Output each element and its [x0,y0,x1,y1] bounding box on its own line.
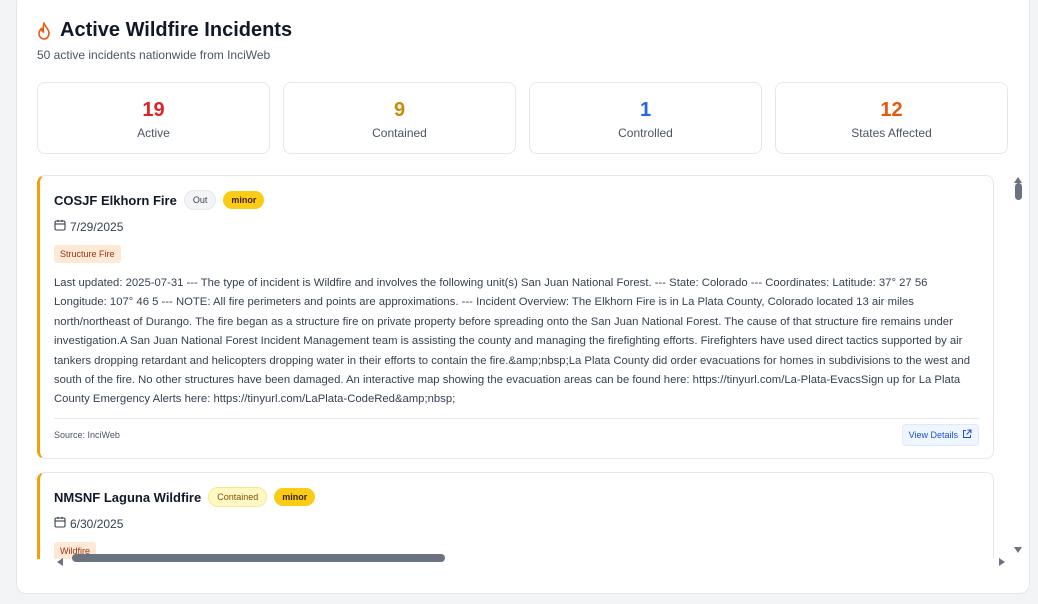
stat-value: 1 [639,99,652,121]
stats-row: 19 Active 9 Contained 1 Controlled 12 St… [37,82,1008,154]
horizontal-scrollbar[interactable] [53,550,1011,566]
vertical-scrollbar[interactable] [1011,167,1025,553]
stat-value: 9 [393,99,406,121]
stat-label: Contained [372,126,427,140]
page-subtitle: 50 active incidents nationwide from Inci… [37,48,271,62]
stat-active: 19 Active [37,82,270,154]
calendar-icon [54,219,66,234]
severity-badge: minor [274,488,316,506]
status-badge: Out [183,190,217,210]
flame-icon [37,21,51,40]
scroll-left-icon[interactable] [57,553,63,571]
stat-contained: 9 Contained [283,82,516,154]
stat-label: Active [137,126,170,140]
incident-card: COSJF Elkhorn Fire Out minor 7/29/2025 S… [37,175,994,459]
stat-value: 19 [142,99,165,121]
incident-name: NMSNF Laguna Wildfire [54,489,202,505]
stat-label: States Affected [851,126,932,140]
view-details-label: View Details [908,430,958,441]
incident-date: 7/29/2025 [70,219,124,234]
page-title: Active Wildfire Incidents [60,19,293,41]
incident-type-tag: Structure Fire [54,245,121,263]
scroll-right-icon[interactable] [999,553,1005,571]
scroll-down-icon[interactable] [1014,540,1022,558]
stat-controlled: 1 Controlled [529,82,762,154]
status-badge: Contained [208,487,268,507]
scrollbar-thumb[interactable] [1015,183,1022,200]
incident-description: Last updated: 2025-07-31 --- The type of… [54,277,971,406]
incident-name: COSJF Elkhorn Fire [54,192,177,208]
scrollbar-thumb[interactable] [72,554,445,562]
external-link-icon [962,429,972,441]
incident-list[interactable]: COSJF Elkhorn Fire Out minor 7/29/2025 S… [37,175,1011,559]
severity-badge: minor [223,191,265,209]
incidents-panel: Active Wildfire Incidents 50 active inci… [16,0,1030,594]
stat-states-affected: 12 States Affected [775,82,1008,154]
incident-source: Source: InciWeb [54,430,120,441]
incident-date: 6/30/2025 [70,516,124,531]
view-details-button[interactable]: View Details [901,424,979,447]
stat-value: 12 [880,99,903,121]
calendar-icon [54,516,66,531]
incident-card: NMSNF Laguna Wildfire Contained minor 6/… [37,472,994,559]
stat-label: Controlled [618,126,673,140]
header: Active Wildfire Incidents 50 active inci… [37,19,292,62]
